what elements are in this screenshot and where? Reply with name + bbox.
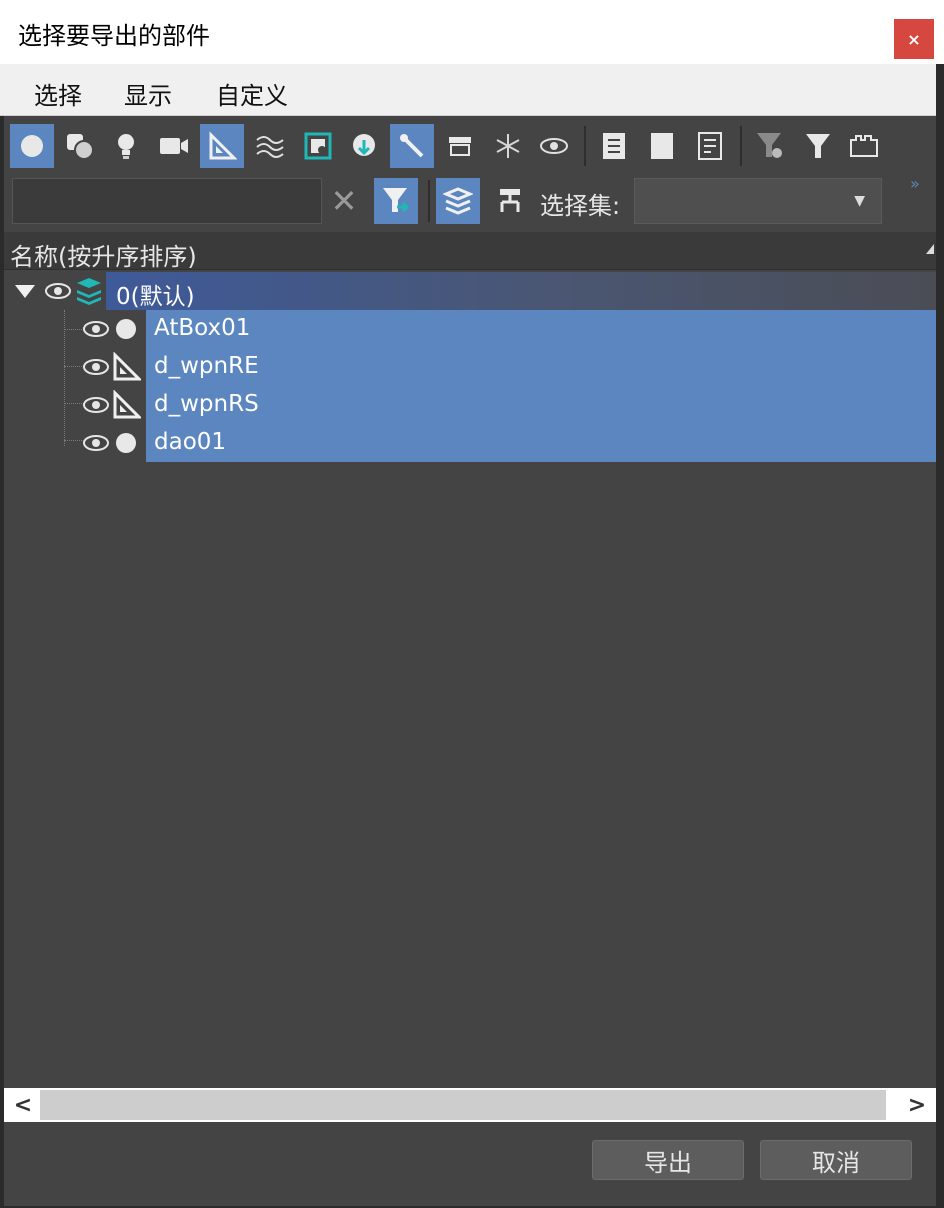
horizontal-scrollbar[interactable]: < > xyxy=(4,1088,936,1122)
menu-display[interactable]: 显示 xyxy=(124,76,172,111)
clear-search-icon[interactable]: ✕ xyxy=(326,178,362,224)
item-selection-highlight xyxy=(146,310,936,348)
toolbar-separator xyxy=(428,180,430,222)
set-square-icon xyxy=(110,352,142,382)
groups-filter-icon[interactable] xyxy=(296,124,340,168)
layer-name: 0(默认) xyxy=(116,284,195,310)
tree-item-row[interactable]: d_wpnRS xyxy=(4,386,936,424)
menu-bar: 选择 显示 自定义 xyxy=(0,64,936,116)
cameras-filter-icon[interactable] xyxy=(152,124,196,168)
cancel-button[interactable]: 取消 xyxy=(760,1140,912,1180)
tree-item-row[interactable]: AtBox01 xyxy=(4,310,936,348)
list-view-icon[interactable] xyxy=(592,124,636,168)
selection-set-label: 选择集: xyxy=(540,192,621,220)
shapes-filter-icon[interactable] xyxy=(58,124,102,168)
visibility-eye-icon[interactable] xyxy=(80,356,112,378)
containers-filter-icon[interactable] xyxy=(438,124,482,168)
sort-ascending-icon xyxy=(926,244,934,254)
selection-set-dropdown[interactable]: ▼ xyxy=(634,178,882,224)
expand-triangle-icon[interactable] xyxy=(12,280,38,302)
container-tab-icon[interactable] xyxy=(842,124,886,168)
sphere-icon xyxy=(112,315,140,343)
frozen-filter-icon[interactable] xyxy=(486,124,530,168)
sphere-icon xyxy=(112,429,140,457)
item-name: AtBox01 xyxy=(154,315,251,341)
item-selection-highlight xyxy=(146,424,936,462)
geometry-filter-icon[interactable] xyxy=(10,124,54,168)
item-name: dao01 xyxy=(154,429,227,455)
search-input[interactable] xyxy=(12,178,322,224)
layer-row[interactable]: 0(默认) xyxy=(4,272,936,310)
bones-filter-icon[interactable] xyxy=(390,124,434,168)
filter-active-icon[interactable] xyxy=(374,178,418,224)
helpers-filter-icon[interactable] xyxy=(200,124,244,168)
scene-explorer-panel: ✕ 选择集: ▼ » 名称(按升序排序) 0(默认) AtBox01 d_wpn… xyxy=(4,116,936,1206)
tree-item-row[interactable]: d_wpnRE xyxy=(4,348,936,386)
more-tools-icon[interactable]: » xyxy=(910,174,920,193)
visibility-eye-icon[interactable] xyxy=(80,432,112,454)
scroll-left-icon[interactable]: < xyxy=(6,1091,40,1119)
hierarchy-icon[interactable] xyxy=(488,178,532,224)
menu-customize[interactable]: 自定义 xyxy=(216,76,288,111)
item-selection-highlight xyxy=(146,386,936,424)
toolbar-separator xyxy=(740,126,742,166)
dialog-title: 选择要导出的部件 xyxy=(18,22,210,50)
page-icon[interactable] xyxy=(640,124,684,168)
set-square-icon xyxy=(110,390,142,420)
close-button[interactable]: × xyxy=(894,19,934,59)
chevron-down-icon: ▼ xyxy=(854,193,865,209)
tree-item-row[interactable]: dao01 xyxy=(4,424,936,462)
lights-filter-icon[interactable] xyxy=(104,124,148,168)
eye-icon[interactable] xyxy=(532,124,576,168)
export-button[interactable]: 导出 xyxy=(592,1140,744,1180)
item-selection-highlight xyxy=(146,348,936,386)
filter-settings-icon[interactable] xyxy=(748,124,792,168)
visibility-eye-icon[interactable] xyxy=(42,280,74,302)
details-view-icon[interactable] xyxy=(688,124,732,168)
scroll-right-icon[interactable]: > xyxy=(900,1091,934,1119)
scrollbar-thumb[interactable] xyxy=(40,1090,886,1120)
dialog-footer: 导出 取消 xyxy=(4,1122,936,1206)
filter-icon[interactable] xyxy=(796,124,840,168)
layers-icon[interactable] xyxy=(436,178,480,224)
name-column-header[interactable]: 名称(按升序排序) xyxy=(4,232,936,271)
item-name: d_wpnRE xyxy=(154,353,259,379)
title-bar: 选择要导出的部件 × xyxy=(0,0,944,64)
toolbar-separator xyxy=(584,126,586,166)
spacewarps-filter-icon[interactable] xyxy=(248,124,292,168)
layer-selection-highlight xyxy=(106,272,936,310)
layer-stack-icon xyxy=(74,275,104,307)
menu-select[interactable]: 选择 xyxy=(34,76,82,111)
xrefs-filter-icon[interactable] xyxy=(342,124,386,168)
item-name: d_wpnRS xyxy=(154,391,259,417)
column-header-label: 名称(按升序排序) xyxy=(10,243,197,271)
visibility-eye-icon[interactable] xyxy=(80,394,112,416)
visibility-eye-icon[interactable] xyxy=(80,318,112,340)
